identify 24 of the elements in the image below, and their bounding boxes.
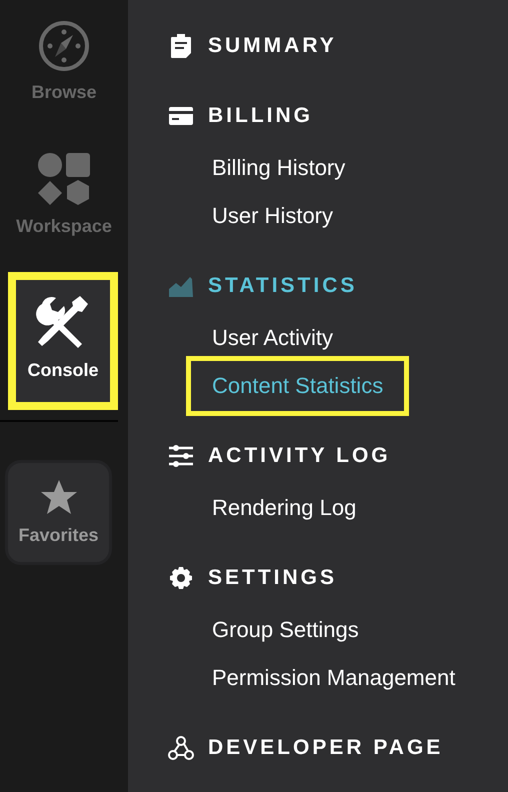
compass-icon <box>38 20 90 72</box>
menu-item[interactable]: Permission Management <box>190 654 478 702</box>
favorites-button[interactable]: Favorites <box>5 460 112 565</box>
shapes-icon <box>37 152 91 206</box>
menu-item[interactable]: User Activity <box>190 314 356 362</box>
section-header[interactable]: STATISTICS <box>168 262 358 310</box>
clipboard-icon <box>170 33 192 59</box>
menu-item[interactable]: Rendering Log <box>190 484 378 532</box>
menu-item[interactable]: Group Settings <box>190 606 381 654</box>
rail-button[interactable]: Console <box>8 272 118 410</box>
gear-icon <box>169 566 193 590</box>
sliders-icon <box>168 445 194 467</box>
section-header[interactable]: ACTIVITY LOG <box>168 432 391 480</box>
tools-icon <box>36 294 90 348</box>
section-header[interactable]: DEVELOPER PAGE <box>168 724 444 772</box>
section-header[interactable]: BILLING <box>168 92 313 140</box>
menu-item[interactable]: Billing History <box>190 144 368 192</box>
section-header[interactable]: SUMMARY <box>168 22 337 70</box>
webhook-icon <box>168 735 194 761</box>
section-header[interactable]: SETTINGS <box>168 554 338 602</box>
star-icon <box>40 479 78 515</box>
menu-item[interactable]: User History <box>190 192 356 240</box>
card-icon <box>168 106 194 126</box>
chart-icon <box>168 274 194 298</box>
